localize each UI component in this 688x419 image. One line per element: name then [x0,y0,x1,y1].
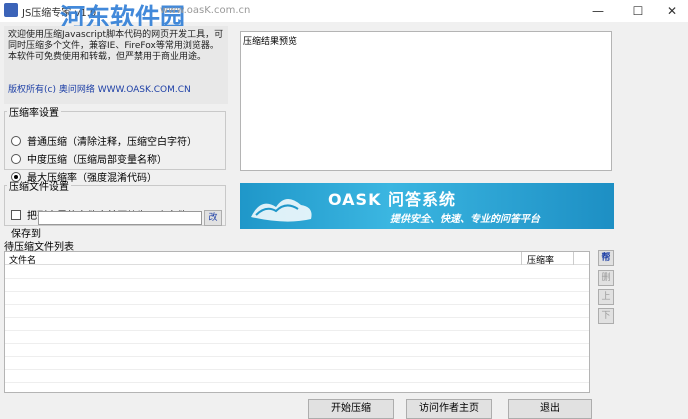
file-list-header: 文件名 压缩率 [5,252,589,266]
compression-ratio-group: 压缩率设置 普通压缩（清除注释，压缩空白字符） 中度压缩（压缩局部变量名称） 最… [4,104,226,184]
radio-icon[interactable] [11,135,21,146]
saveto-input[interactable] [38,211,202,225]
minimize-button[interactable]: — [580,0,616,22]
file-list[interactable]: 文件名 压缩率 [4,251,590,393]
cloud-decoration-icon [251,198,312,222]
radio-normal-compression[interactable]: 普通压缩（清除注释，压缩空白字符） [11,133,197,148]
column-header-filename[interactable]: 文件名 [9,253,36,266]
maximize-button[interactable]: ☐ [620,0,656,22]
app-icon [4,3,18,17]
copyright-link[interactable]: 版权所有(c) 奥问网络 WWW.OASK.COM.CN [8,82,191,95]
preview-label: 压缩结果预览 [243,37,298,47]
info-description: 欢迎使用压缩Javascript脚本代码的网页开发工具，可同时压缩多个文件，兼容… [8,30,224,62]
exit-button[interactable]: 退出 [508,399,592,419]
file-settings-legend: 压缩文件设置 [9,182,69,193]
visit-author-homepage-button[interactable]: 访问作者主页 [406,399,492,419]
list-grid-line [5,343,589,344]
list-grid-line [5,304,589,305]
start-compression-button[interactable]: 开始压缩 [308,399,394,419]
radio-label: 中度压缩（压缩局部变量名称） [27,155,167,166]
watermark-url: www.oasK.com.cn [160,5,251,16]
radio-medium-compression[interactable]: 中度压缩（压缩局部变量名称） [11,151,167,166]
list-grid-line [5,356,589,357]
column-divider[interactable] [573,252,574,265]
radio-icon[interactable] [11,153,21,164]
list-grid-line [5,317,589,318]
help-button[interactable]: 帮 [598,250,614,266]
banner-subtitle: 提供安全、快速、专业的问答平台 [390,214,540,225]
move-up-button[interactable]: 上 [598,289,614,305]
radio-label: 普通压缩（清除注释，压缩空白字符） [27,137,197,148]
list-grid-line [5,278,589,279]
column-header-ratio[interactable]: 压缩率 [527,253,554,266]
delete-button[interactable]: 删 [598,270,614,286]
info-panel: 欢迎使用压缩Javascript脚本代码的网页开发工具，可同时压缩多个文件，兼容… [4,26,228,104]
list-grid-line [5,369,589,370]
change-path-button[interactable]: 改 [204,210,222,226]
list-grid-line [5,291,589,292]
title-bar: JS压缩专家 v1.0 河东软件园 www.oasK.com.cn — ☐ ✕ [0,0,688,32]
merge-checkbox[interactable] [11,209,21,220]
column-divider[interactable] [521,252,522,265]
banner-title: OASK 问答系统 [328,190,457,209]
oask-banner[interactable]: OASK 问答系统 提供安全、快速、专业的问答平台 [240,183,614,229]
compression-ratio-legend: 压缩率设置 [9,108,59,119]
compression-preview-textarea[interactable]: 压缩结果预览 [240,31,612,171]
move-down-button[interactable]: 下 [598,308,614,324]
list-grid-line [5,330,589,331]
list-grid-line [5,382,589,383]
close-button[interactable]: ✕ [654,0,688,22]
